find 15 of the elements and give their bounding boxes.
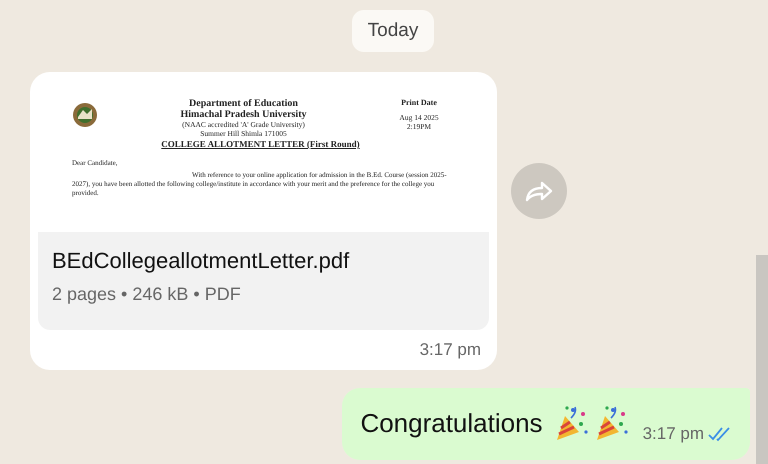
- message-time: 3:17 pm: [420, 340, 481, 360]
- message-time: 3:17 pm: [642, 424, 704, 444]
- letter-title: COLLEGE ALLOTMENT LETTER (First Round): [161, 139, 360, 149]
- message-text: Congratulations: [360, 408, 543, 438]
- forward-icon: [524, 180, 554, 202]
- date-chip: Today: [352, 10, 434, 52]
- file-meta: 2 pages • 246 kB • PDF: [52, 284, 242, 305]
- file-info-panel[interactable]: BEdCollegeallotmentLetter.pdf 2 pages • 246 kB • PDF: [38, 232, 489, 330]
- doc-heading: Department of Education: [189, 98, 298, 109]
- document-message-bubble[interactable]: [30, 72, 497, 370]
- doc-heading: Himachal Pradesh University: [180, 109, 307, 120]
- print-date-label: Print Date: [401, 98, 437, 107]
- file-name: BEdCollegeallotmentLetter.pdf: [52, 248, 350, 274]
- scrollbar[interactable]: [756, 255, 768, 464]
- emblem-icon: [72, 102, 98, 128]
